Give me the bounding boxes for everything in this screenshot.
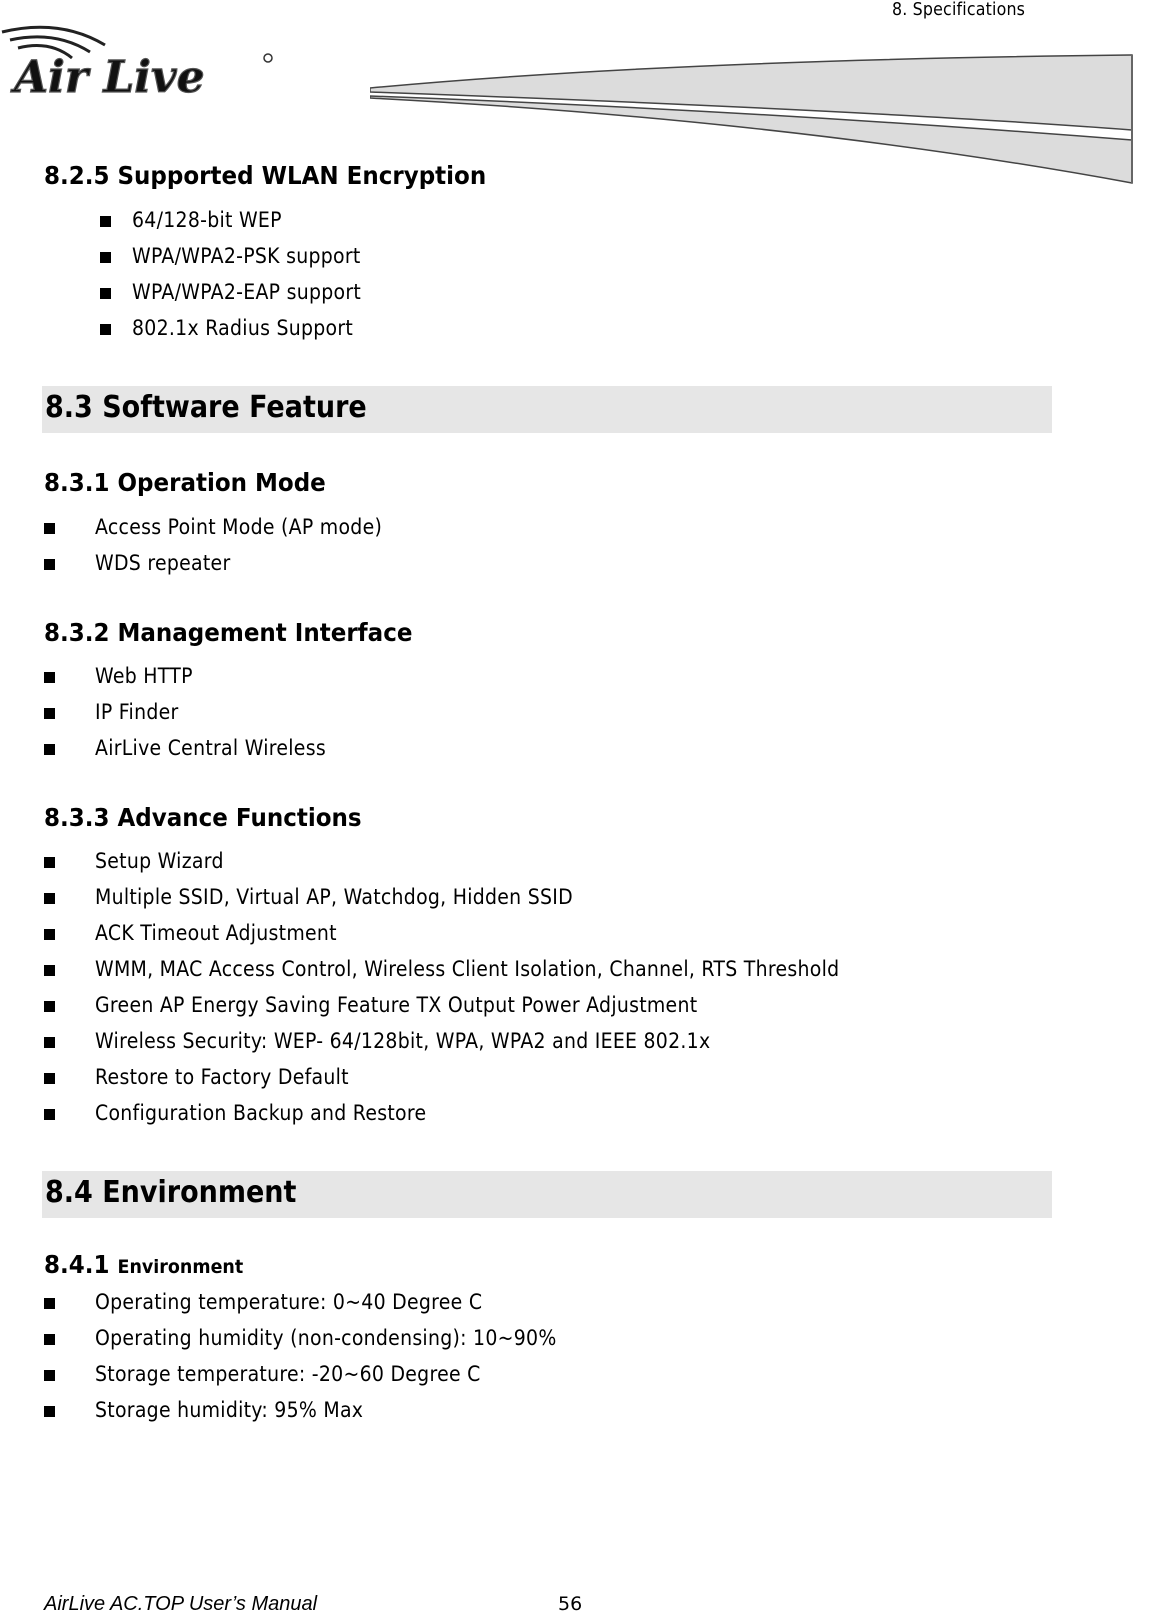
square-bullet-icon [44,1298,55,1309]
list-item: Green AP Energy Saving Feature TX Output… [0,987,1167,1023]
square-bullet-icon [44,1334,55,1345]
list-item: 802.1x Radius Support [0,310,1167,346]
list-item: WPA/WPA2-EAP support [0,274,1167,310]
management-interface-list: Web HTTP IP Finder AirLive Central Wirel… [0,658,1167,766]
heading-environment: 8.4 Environment [45,1175,297,1210]
footer-manual-title: AirLive AC.TOP User’s Manual [44,1593,318,1615]
list-item: 64/128-bit WEP [0,202,1167,238]
square-bullet-icon [44,559,55,570]
square-bullet-icon [44,1073,55,1084]
square-bullet-icon [44,857,55,868]
heading-supported-wlan-encryption: 8.2.5 Supported WLAN Encryption [44,161,487,190]
square-bullet-icon [44,1406,55,1417]
list-item: WMM, MAC Access Control, Wireless Client… [0,951,1167,987]
list-item: Operating temperature: 0~40 Degree C [0,1284,1167,1320]
square-bullet-icon [100,324,111,335]
heading-number: 8.4.1 [44,1250,110,1279]
list-item: Configuration Backup and Restore [0,1095,1167,1131]
section-band-environment: 8.4 Environment [42,1171,1052,1218]
square-bullet-icon [100,216,111,227]
airlive-logo: Air Live [1,25,273,100]
square-bullet-icon [44,708,55,719]
environment-list: Operating temperature: 0~40 Degree C Ope… [0,1284,1167,1428]
header-swoosh-graphic [370,54,1133,184]
list-item: Multiple SSID, Virtual AP, Watchdog, Hid… [0,879,1167,915]
square-bullet-icon [44,929,55,940]
list-item: IP Finder [0,694,1167,730]
list-item: Access Point Mode (AP mode) [0,509,1167,545]
list-item: WPA/WPA2-PSK support [0,238,1167,274]
square-bullet-icon [44,965,55,976]
list-item: Storage humidity: 95% Max [0,1392,1167,1428]
section-band-software-feature: 8.3 Software Feature [42,386,1052,433]
square-bullet-icon [44,672,55,683]
page-number: 56 [558,1593,583,1615]
logo-wordmark: Air Live [10,52,205,100]
heading-software-feature: 8.3 Software Feature [45,390,367,425]
heading-management-interface: 8.3.2 Management Interface [44,618,413,647]
list-item: Storage temperature: -20~60 Degree C [0,1356,1167,1392]
square-bullet-icon [100,288,111,299]
square-bullet-icon [44,1001,55,1012]
list-item: Web HTTP [0,658,1167,694]
encryption-list: 64/128-bit WEP WPA/WPA2-PSK support WPA/… [0,202,1167,346]
list-item: Restore to Factory Default [0,1059,1167,1095]
square-bullet-icon [44,1109,55,1120]
chapter-title: 8. Specifications [892,0,1026,20]
list-item: WDS repeater [0,545,1167,581]
heading-text: Environment [117,1256,244,1278]
list-item: Wireless Security: WEP- 64/128bit, WPA, … [0,1023,1167,1059]
advance-functions-list: Setup Wizard Multiple SSID, Virtual AP, … [0,843,1167,1131]
square-bullet-icon [44,1037,55,1048]
square-bullet-icon [44,1370,55,1381]
list-item: AirLive Central Wireless [0,730,1167,766]
heading-environment-sub: 8.4.1 Environment [44,1250,243,1279]
operation-mode-list: Access Point Mode (AP mode) WDS repeater [0,509,1167,581]
list-item: Setup Wizard [0,843,1167,879]
list-item: ACK Timeout Adjustment [0,915,1167,951]
list-item: Operating humidity (non-condensing): 10~… [0,1320,1167,1356]
square-bullet-icon [100,252,111,263]
heading-operation-mode: 8.3.1 Operation Mode [44,468,326,497]
square-bullet-icon [44,893,55,904]
heading-advance-functions: 8.3.3 Advance Functions [44,803,362,832]
square-bullet-icon [44,523,55,534]
square-bullet-icon [44,744,55,755]
